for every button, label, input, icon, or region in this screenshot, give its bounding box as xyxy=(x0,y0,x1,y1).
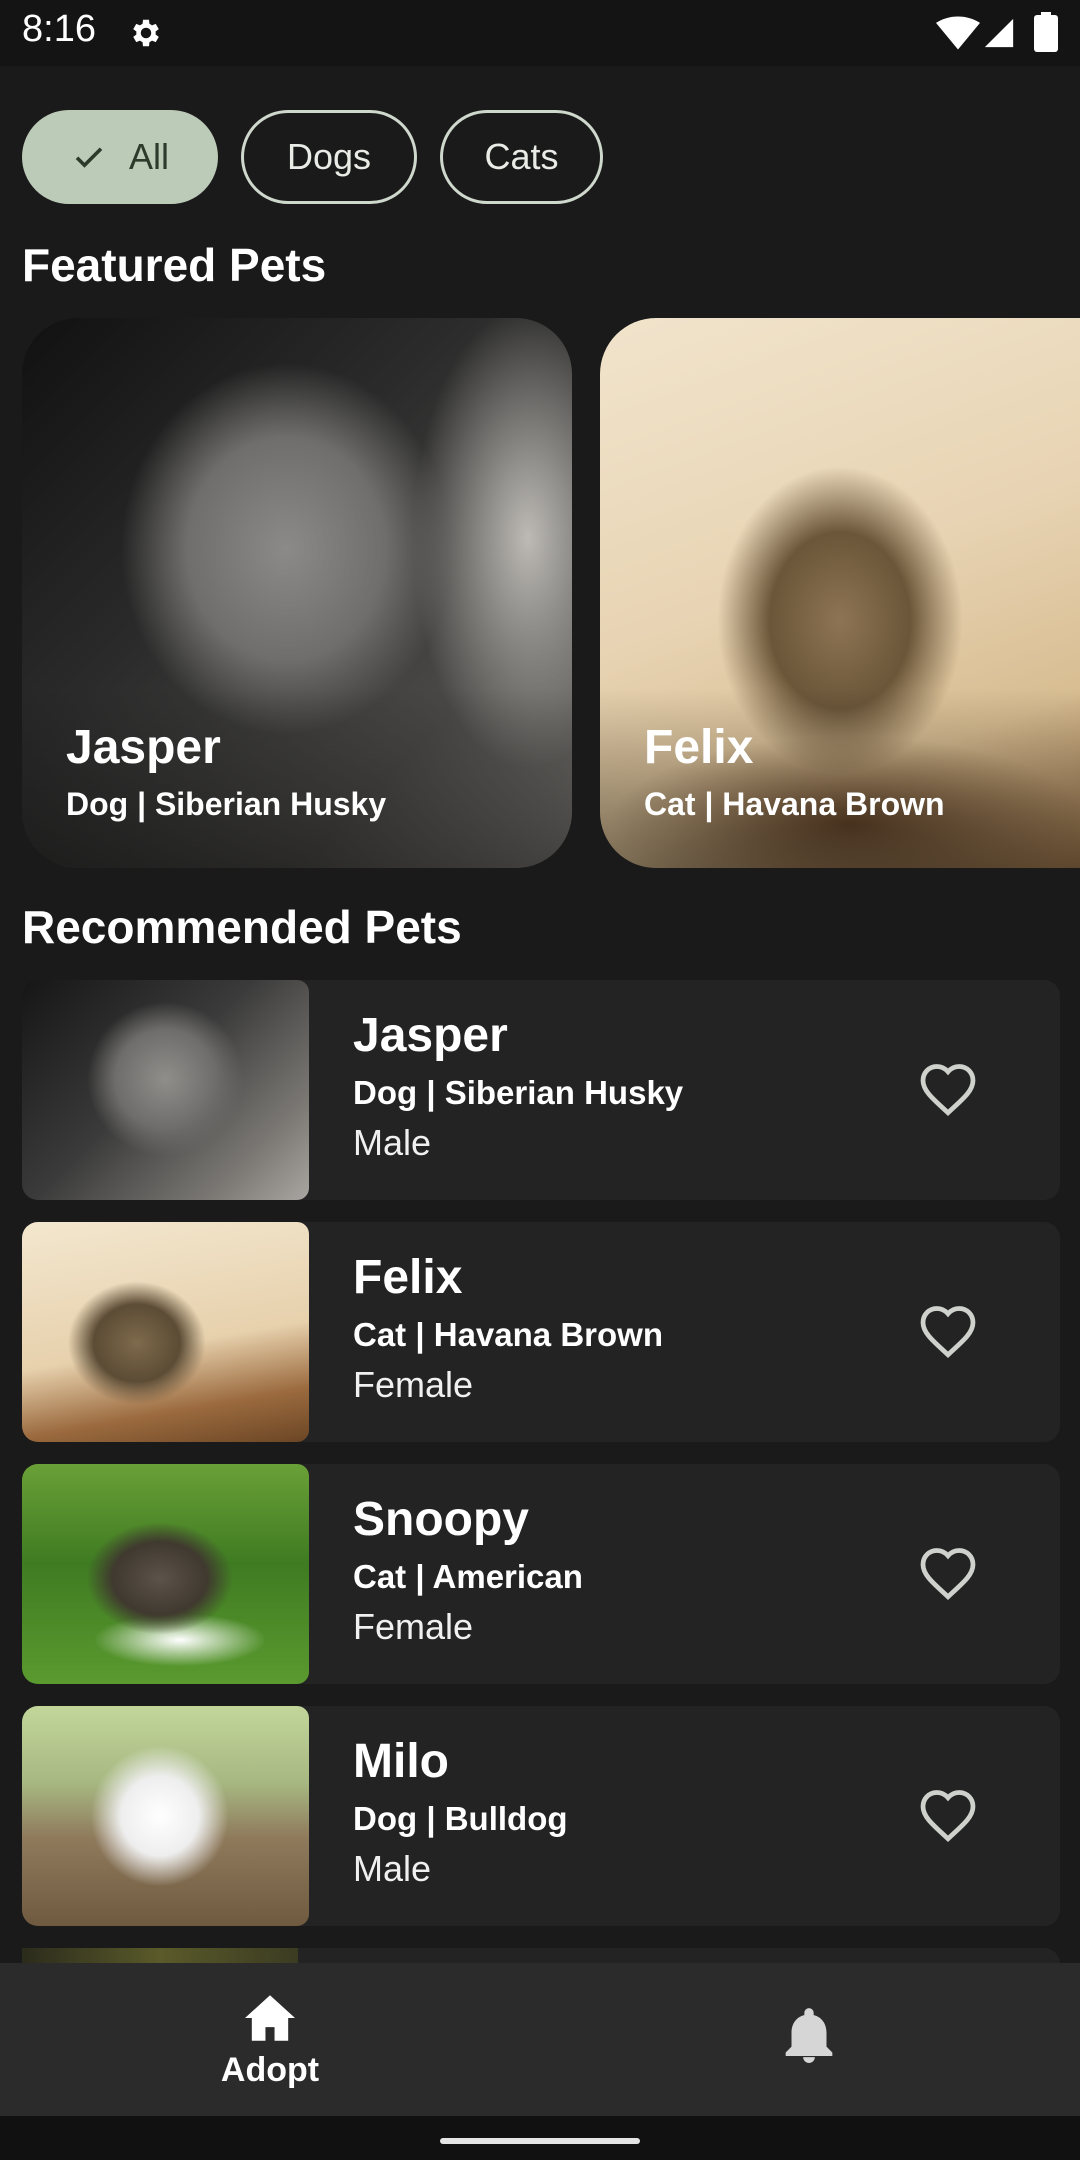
featured-title: Featured Pets xyxy=(22,239,327,291)
favorite-heart-icon[interactable] xyxy=(918,1786,978,1844)
pet-photo xyxy=(22,1706,309,1926)
pet-gender: Male xyxy=(353,1848,432,1889)
card-overlay xyxy=(600,688,1080,868)
pet-photo xyxy=(22,1222,309,1442)
featured-card-felix[interactable]: Felix Cat | Havana Brown xyxy=(600,318,1080,868)
pet-gender: Male xyxy=(353,1122,432,1163)
nav-item-notifications[interactable] xyxy=(540,1963,1080,2116)
status-bar: 8:16 xyxy=(0,0,1080,66)
bottom-navigation: Adopt xyxy=(0,1963,1080,2116)
favorite-heart-icon[interactable] xyxy=(918,1544,978,1602)
chip-label: Dogs xyxy=(286,136,372,177)
filter-chip-all[interactable]: All xyxy=(22,110,218,204)
settings-gear-icon xyxy=(133,19,159,47)
chip-label: Cats xyxy=(484,136,559,177)
pet-gender: Female xyxy=(353,1364,474,1405)
pet-breed: Cat | Havana Brown xyxy=(353,1316,663,1353)
chip-label: All xyxy=(128,136,169,177)
featured-pet-breed: Dog | Siberian Husky xyxy=(66,786,387,822)
nav-label: Adopt xyxy=(220,2051,320,2089)
status-time: 8:16 xyxy=(22,8,96,50)
pet-name: Felix xyxy=(353,1251,463,1304)
filter-chip-dogs[interactable]: Dogs xyxy=(241,110,417,204)
bell-icon xyxy=(785,2008,833,2063)
recommended-item-felix[interactable]: Felix Cat | Havana Brown Female xyxy=(22,1222,1060,1442)
featured-pet-name: Felix xyxy=(644,721,754,774)
featured-pet-name: Jasper xyxy=(66,721,221,774)
featured-pet-breed: Cat | Havana Brown xyxy=(644,786,945,822)
gesture-handle[interactable] xyxy=(440,2138,640,2144)
cellular-signal-icon xyxy=(984,18,1014,48)
featured-card-jasper[interactable]: Jasper Dog | Siberian Husky xyxy=(22,318,572,868)
pet-breed: Dog | Bulldog xyxy=(353,1800,568,1837)
filter-chip-cats[interactable]: Cats xyxy=(440,110,603,204)
pet-gender: Female xyxy=(353,1606,474,1647)
pet-photo xyxy=(22,980,309,1200)
pet-breed: Dog | Siberian Husky xyxy=(353,1074,684,1111)
check-icon xyxy=(75,147,103,168)
nav-item-adopt[interactable]: Adopt xyxy=(0,1963,540,2116)
wifi-icon xyxy=(936,16,980,50)
recommended-title: Recommended Pets xyxy=(22,901,462,953)
card-overlay xyxy=(22,688,572,868)
favorite-heart-icon[interactable] xyxy=(918,1060,978,1118)
pet-name: Milo xyxy=(353,1735,449,1788)
recommended-item-jasper[interactable]: Jasper Dog | Siberian Husky Male xyxy=(22,980,1060,1200)
pet-name: Jasper xyxy=(353,1009,508,1062)
pet-name: Snoopy xyxy=(353,1493,529,1546)
pet-photo xyxy=(22,1464,309,1684)
favorite-heart-icon[interactable] xyxy=(918,1302,978,1360)
recommended-item-milo[interactable]: Milo Dog | Bulldog Male xyxy=(22,1706,1060,1926)
home-icon xyxy=(245,1995,295,2041)
battery-icon xyxy=(1034,12,1058,52)
pet-breed: Cat | American xyxy=(353,1558,583,1595)
recommended-item-snoopy[interactable]: Snoopy Cat | American Female xyxy=(22,1464,1060,1684)
